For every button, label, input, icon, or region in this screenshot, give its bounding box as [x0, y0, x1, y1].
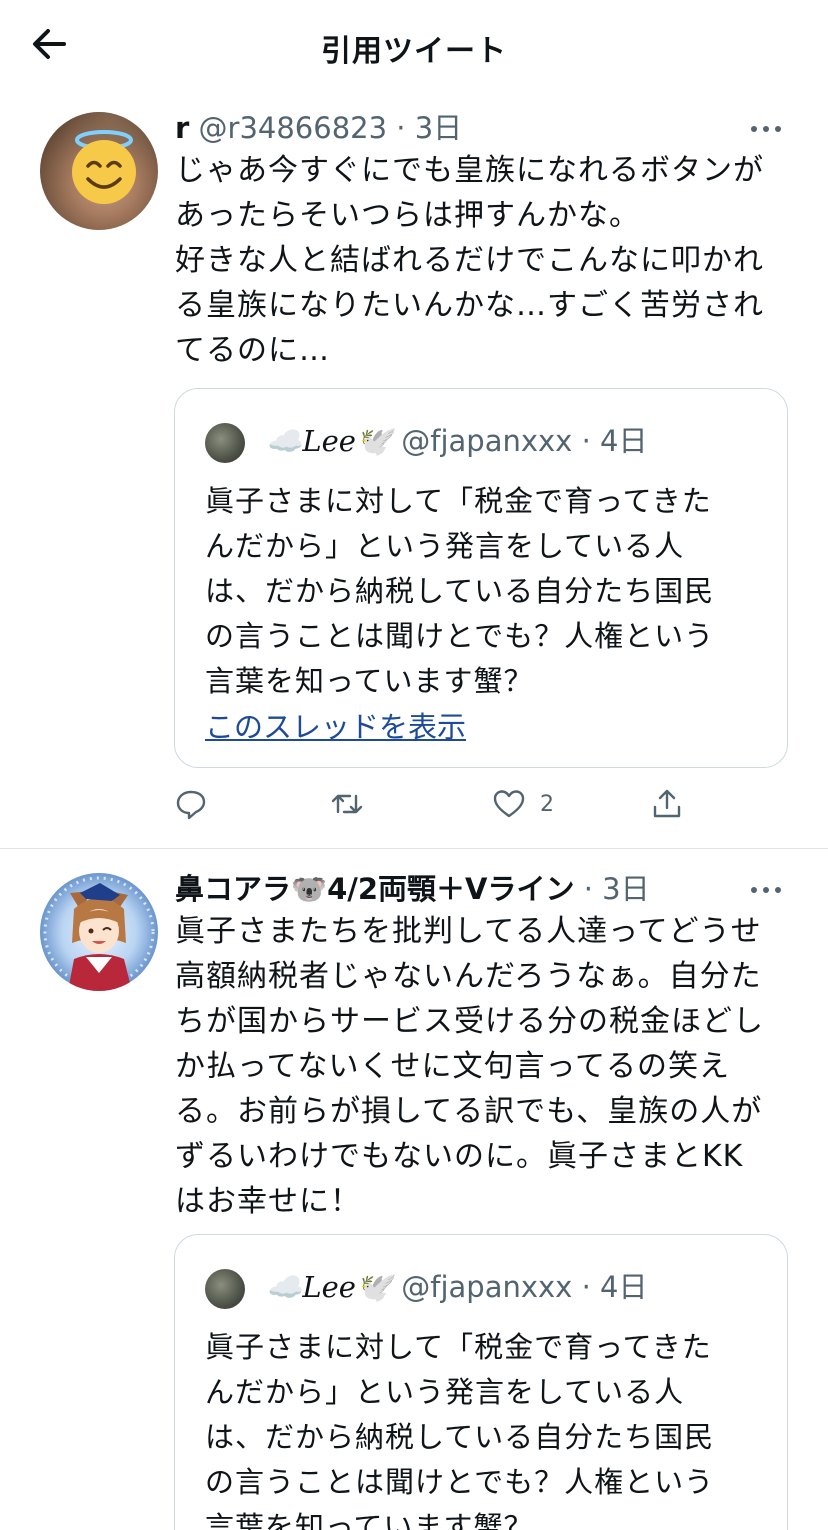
- heart-icon: [493, 790, 525, 818]
- tweet[interactable]: r @r34866823 · 3日 じゃあ今すぐにでも皇族になれるボタンが あっ…: [0, 0, 828, 848]
- tweet-text-line: 眞子さまたちを批判してる人達ってどうせ: [175, 914, 762, 949]
- timestamp[interactable]: 3日: [602, 872, 649, 906]
- angel-face-icon: [72, 130, 136, 204]
- separator-dot: ·: [581, 1270, 591, 1304]
- user-handle[interactable]: @r34866823: [199, 111, 388, 145]
- display-name[interactable]: 鼻コアラ🐨4/2両顎＋Vライン: [175, 872, 575, 906]
- retweet-icon: [331, 794, 363, 814]
- tweet-header: r @r34866823 · 3日: [175, 108, 798, 148]
- reply-button[interactable]: [174, 780, 222, 828]
- tweet-text: 眞子さまたちを批判してる人達ってどうせ 高額納税者じゃないんだろうなぁ。自分た …: [175, 909, 790, 1224]
- tweet-text-line: る皇族になりたいんかな…すごく苦労され: [175, 288, 764, 323]
- tweet-text-line: 好きな人と結ばれるだけでこんなに叩かれ: [175, 243, 764, 278]
- tweet[interactable]: 鼻コアラ🐨4/2両顎＋Vライン · 3日 眞子さまたちを批判してる人達ってどうせ…: [0, 849, 828, 1530]
- quoted-text-line: んだから」という発言をしている人: [205, 529, 685, 563]
- user-handle: @fjapanxxx: [401, 424, 573, 458]
- display-name: ☁️𝐿𝑒𝑒🕊️: [266, 1270, 393, 1304]
- show-thread-link[interactable]: このスレッドを表示: [205, 705, 466, 749]
- avatar: [205, 423, 245, 463]
- tweet-actions: 2: [174, 780, 704, 828]
- display-name: ☁️𝐿𝑒𝑒🕊️: [266, 424, 393, 458]
- timestamp[interactable]: 3日: [415, 111, 462, 145]
- tweet-text-line: ちが国からサービス受ける分の税金ほどし: [175, 1004, 764, 1039]
- separator-dot: ·: [581, 424, 591, 458]
- quoted-tweet-text: 眞子さまに対して「税金で育ってきた んだから」という発言をしている人 は、だから…: [205, 479, 765, 704]
- tweet-text: じゃあ今すぐにでも皇族になれるボタンが あったらそいつらは押すんかな。 好きな人…: [175, 148, 790, 373]
- more-options-icon[interactable]: [744, 875, 788, 905]
- reply-icon: [176, 790, 206, 820]
- quoted-text-line: んだから」という発言をしている人: [205, 1375, 685, 1409]
- like-button[interactable]: 2: [492, 780, 554, 828]
- tweet-text-line: 高額納税者じゃないんだろうなぁ。自分た: [175, 959, 762, 994]
- share-icon: [653, 789, 681, 818]
- tweet-text-line: はお幸せに！: [175, 1184, 361, 1219]
- avatar: [205, 1269, 245, 1309]
- quoted-tweet-header: ☁️𝐿𝑒𝑒🕊️ @fjapanxxx · 4日: [205, 1265, 765, 1309]
- quoted-tweet-header: ☁️𝐿𝑒𝑒🕊️ @fjapanxxx · 4日: [205, 419, 765, 463]
- timestamp: 4日: [600, 424, 648, 458]
- quoted-text-line: の言うことは聞けとでも？人権という: [205, 619, 715, 653]
- user-handle: @fjapanxxx: [401, 1270, 573, 1304]
- more-options-icon[interactable]: [744, 114, 788, 144]
- quoted-text-line: 言葉を知っています蟹？: [205, 1510, 534, 1530]
- share-button[interactable]: [650, 780, 698, 828]
- anime-character-image: [43, 876, 155, 991]
- quoted-text-line: は、だから納税している自分たち国民: [205, 574, 715, 608]
- tweet-text-line: あったらそいつらは押すんかな。: [175, 198, 640, 233]
- quoted-tweet[interactable]: ☁️𝐿𝑒𝑒🕊️ @fjapanxxx · 4日 眞子さまに対して「税金で育ってき…: [174, 388, 788, 768]
- quoted-text-line: 眞子さまに対して「税金で育ってきた: [205, 1330, 712, 1364]
- retweet-button[interactable]: [330, 780, 378, 828]
- tweet-text-line: じゃあ今すぐにでも皇族になれるボタンが: [175, 153, 764, 188]
- avatar[interactable]: [40, 873, 158, 991]
- avatar[interactable]: [40, 112, 158, 230]
- quoted-tweet[interactable]: ☁️𝐿𝑒𝑒🕊️ @fjapanxxx · 4日 眞子さまに対して「税金で育ってき…: [174, 1234, 788, 1530]
- timestamp: 4日: [600, 1270, 648, 1304]
- tweet-text-line: ずるいわけでもないのに。眞子さまとKK: [175, 1139, 744, 1174]
- quoted-text-line: 言葉を知っています蟹？: [205, 664, 534, 698]
- separator-dot: ·: [396, 111, 406, 145]
- tweet-text-line: る。お前らが損してる訳でも、皇族の人が: [175, 1094, 763, 1129]
- quoted-tweet-text: 眞子さまに対して「税金で育ってきた んだから」という発言をしている人 は、だから…: [205, 1325, 765, 1530]
- tweet-header: 鼻コアラ🐨4/2両顎＋Vライン · 3日: [175, 869, 798, 909]
- separator-dot: ·: [583, 872, 593, 906]
- display-name[interactable]: r: [175, 111, 189, 145]
- tweet-text-line: てるのに…: [175, 333, 330, 368]
- tweet-text-line: か払ってないくせに文句言ってるの笑え: [175, 1049, 730, 1084]
- quoted-text-line: は、だから納税している自分たち国民: [205, 1420, 715, 1454]
- like-count: 2: [540, 791, 554, 817]
- quoted-text-line: の言うことは聞けとでも？人権という: [205, 1465, 715, 1499]
- quoted-text-line: 眞子さまに対して「税金で育ってきた: [205, 484, 712, 518]
